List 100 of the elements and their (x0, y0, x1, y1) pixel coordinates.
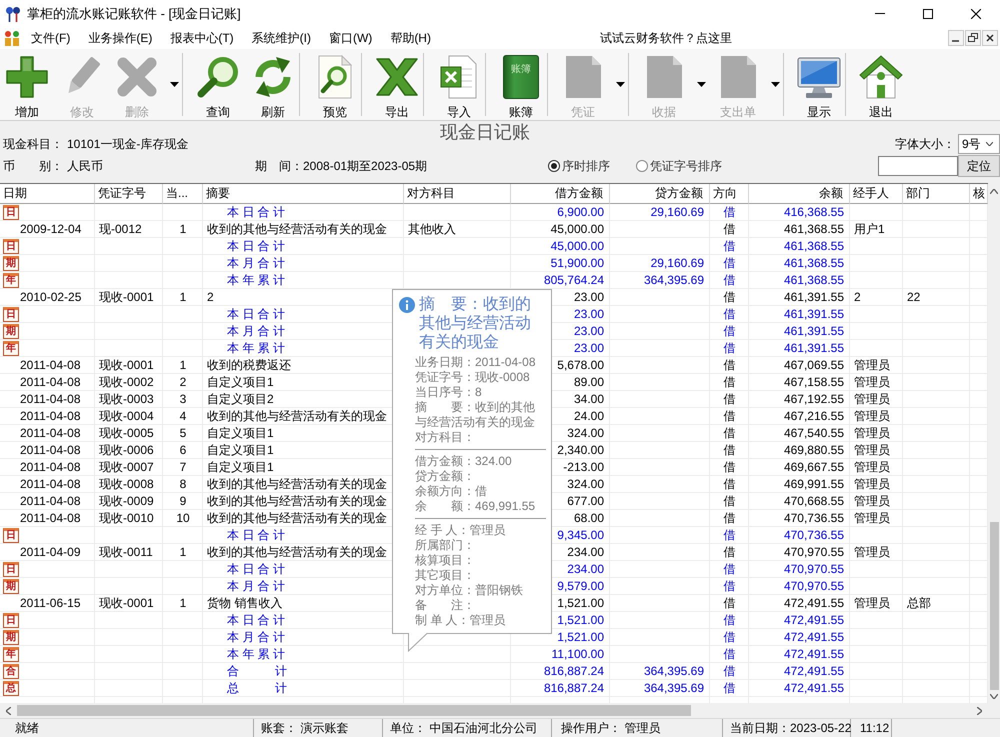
sort-radio[interactable]: 序时排序 (548, 158, 636, 174)
toolbar-button[interactable]: 导入 (434, 49, 484, 120)
direction-cell: 借 (724, 579, 736, 593)
date-cell: 2011-04-08 (20, 477, 80, 491)
tooltip-title: 摘 要：收到的其他与经营活动有关的现金 (419, 295, 532, 352)
debit-cell: 5,678.00 (557, 358, 604, 372)
column-header[interactable]: 当... (163, 184, 203, 204)
radio-icon[interactable] (636, 160, 648, 172)
column-header[interactable]: 方向 (710, 184, 749, 204)
status-panel: 单位： 中国石油河北分公司 (383, 719, 552, 737)
menu-item[interactable]: 业务操作(E) (79, 30, 162, 46)
sequence-cell: 1 (180, 358, 186, 372)
summary-cell: 收到的其他与经营活动有关的现金 (207, 477, 387, 491)
toolbar-button[interactable]: 增加 (2, 49, 52, 120)
direction-cell: 借 (724, 426, 736, 440)
locate-button[interactable]: 定位 (958, 155, 1000, 177)
column-header[interactable]: 日期 (0, 184, 95, 204)
credit-cell: 364,395.69 (644, 664, 704, 678)
scrollbar-thumb[interactable] (990, 522, 998, 690)
direction-cell: 借 (724, 358, 736, 372)
debit-cell: 6,900.00 (557, 205, 604, 219)
house-icon (859, 55, 903, 99)
minimize-icon[interactable] (948, 30, 964, 46)
credit-cell: 364,395.69 (644, 273, 704, 287)
menu-item[interactable]: 系统维护(I) (242, 30, 320, 46)
radio-icon[interactable] (548, 160, 560, 172)
toolbar-button[interactable]: 显示 (794, 49, 844, 120)
font-size-select[interactable]: 9号 (958, 134, 1000, 154)
column-header[interactable]: 经手人 (850, 184, 903, 204)
menu-item[interactable]: 文件(F) (22, 30, 80, 46)
direction-cell: 借 (724, 647, 736, 661)
column-header[interactable]: 借方金额 (511, 184, 610, 204)
debit-cell: 51,900.00 (550, 256, 604, 270)
summary-tag: 年 (3, 341, 19, 356)
handler-cell: 管理员 (854, 511, 890, 525)
locate-input-field[interactable] (878, 156, 958, 176)
balance-cell: 469,880.55 (784, 443, 844, 457)
menu-item[interactable]: 报表中心(T) (161, 30, 243, 46)
voucher-cell: 现收-0003 (99, 392, 154, 406)
tooltip-line: 借方金额：324.00 (415, 454, 512, 469)
maximize-icon[interactable] (923, 8, 933, 18)
summary-tag: 年 (3, 647, 19, 662)
summary-cell: 自定义项目2 (207, 392, 274, 406)
toolbar-button[interactable]: 账簿 账簿 (496, 49, 546, 120)
debit-cell: 23.00 (574, 324, 604, 338)
promo-link[interactable]: 试试云财务软件？点这里 (600, 30, 732, 46)
column-header[interactable]: 摘要 (203, 184, 404, 204)
debit-cell: 24.00 (574, 409, 604, 423)
debit-cell: 234.00 (567, 545, 604, 559)
debit-cell: 1,521.00 (557, 596, 604, 610)
toolbar-button[interactable]: 退出 (856, 49, 906, 120)
handler-cell: 管理员 (854, 477, 890, 491)
toolbar-button[interactable]: 刷新 (248, 49, 298, 120)
info-icon (399, 297, 415, 313)
direction-cell: 借 (724, 375, 736, 389)
restore-icon[interactable] (965, 30, 981, 46)
balance-cell: 461,368.55 (784, 222, 844, 236)
debit-cell: 324.00 (567, 426, 604, 440)
toolbar-button[interactable]: 查询 (193, 49, 243, 120)
direction-cell: 借 (724, 460, 736, 474)
sort-radio[interactable]: 凭证字号排序 (636, 158, 722, 174)
column-header[interactable]: 贷方金额 (610, 184, 710, 204)
balance-cell: 461,391.55 (784, 324, 844, 338)
voucher-cell: 现收-0006 (99, 443, 154, 457)
field-value: 10101一现金-库存现金 (67, 136, 188, 152)
column-header[interactable]: 部门 (903, 184, 970, 204)
sequence-cell: 1 (180, 290, 186, 304)
toolbar-button[interactable]: 预览 (310, 49, 360, 120)
summary-tag: 合 (3, 664, 19, 679)
close-icon[interactable] (971, 8, 981, 18)
debit-cell: -213.00 (563, 460, 604, 474)
summary-tag: 期 (3, 579, 19, 594)
scrollbar-thumb[interactable] (17, 705, 691, 716)
summary-cell: 自定义项目1 (207, 460, 274, 474)
sequence-cell: 9 (180, 494, 186, 508)
handler-cell: 管理员 (854, 596, 890, 610)
summary-cell: 本 年 累 计 (227, 647, 286, 661)
toolbar-button[interactable]: 导出 (372, 49, 422, 120)
column-header[interactable]: 对方科目 (404, 184, 511, 204)
menu-item[interactable]: 窗口(W) (320, 30, 382, 46)
voucher-cell: 现收-0005 (99, 426, 154, 440)
status-panel: 就绪 (0, 719, 254, 737)
date-cell: 2011-06-15 (20, 596, 80, 610)
tooltip-line: 余额方向：借 (415, 484, 487, 499)
summary-tag: 期 (3, 630, 19, 645)
column-header[interactable]: 核 (970, 184, 988, 204)
balance-cell: 416,368.55 (784, 205, 844, 219)
tooltip-line: 业务日期：2011-04-08 (415, 355, 536, 370)
department-cell: 22 (907, 290, 920, 304)
voucher-cell: 现收-0002 (99, 375, 154, 389)
tooltip-line: 核算项目： (415, 553, 475, 568)
direction-cell: 借 (724, 205, 736, 219)
menu-item[interactable]: 帮助(H) (381, 30, 440, 46)
tooltip-line: 当日序号：8 (415, 385, 482, 400)
column-header[interactable]: 余额 (749, 184, 850, 204)
column-header[interactable]: 凭证字号 (95, 184, 163, 204)
debit-cell: 1,521.00 (557, 630, 604, 644)
balance-cell: 461,391.55 (784, 341, 844, 355)
summary-tag: 日 (3, 528, 19, 543)
handler-cell: 管理员 (854, 494, 890, 508)
